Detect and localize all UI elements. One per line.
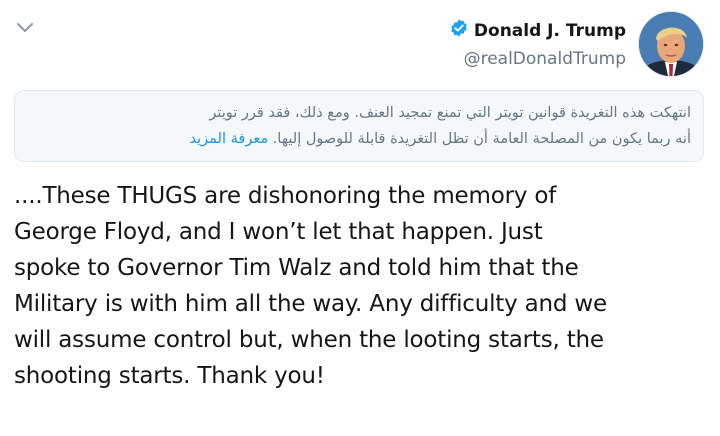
tweet-line: ....These THUGS are dishonoring the memo…	[14, 183, 557, 209]
notice-line-2-text: أنه ربما يكون من المصلحة العامة أن تظل ا…	[272, 131, 691, 147]
tweet-line: Military is with him all the way. Any di…	[14, 291, 607, 317]
chevron-down-icon[interactable]	[15, 20, 35, 34]
learn-more-link[interactable]: معرفة المزيد	[190, 131, 269, 147]
notice-line-2: أنه ربما يكون من المصلحة العامة أن تظل ا…	[27, 126, 691, 152]
tweet-header: Donald J. Trump @realDonaldTrump	[449, 10, 704, 78]
tweet-line: shooting starts. Thank you!	[14, 363, 325, 389]
tweet-text: ....These THUGS are dishonoring the memo…	[14, 178, 704, 394]
tweet-line: spoke to Governor Tim Walz and told him …	[14, 255, 579, 281]
author-name[interactable]: Donald J. Trump	[474, 20, 626, 42]
notice-line-1: انتهكت هذه التغريدة قوانين تويتر التي تم…	[209, 105, 691, 121]
author-name-row[interactable]: Donald J. Trump	[449, 18, 626, 44]
tweet-line: will assume control but, when the lootin…	[14, 327, 604, 353]
avatar[interactable]	[638, 11, 704, 77]
tweet-line: George Floyd, and I won’t let that happe…	[14, 219, 543, 245]
author-info: Donald J. Trump @realDonaldTrump	[449, 18, 626, 70]
author-handle[interactable]: @realDonaldTrump	[449, 48, 626, 70]
verified-badge-icon	[449, 18, 469, 44]
withheld-notice: انتهكت هذه التغريدة قوانين تويتر التي تم…	[14, 90, 704, 162]
